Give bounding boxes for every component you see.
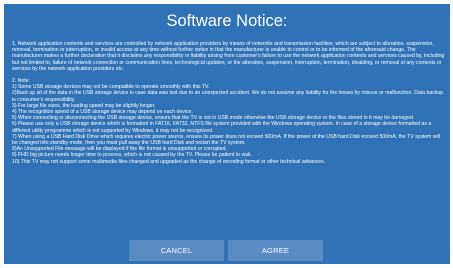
note-item: 7) When using a USB Hard Disk Drive whic… (12, 133, 440, 147)
note-item: 2)Back up all of the data in the USB sto… (12, 90, 444, 103)
notice-body: 1. Network application contents and serv… (12, 41, 445, 165)
note-item: 6) Please use only a USB storage device … (12, 121, 432, 134)
cancel-button[interactable]: CANCEL (129, 240, 224, 261)
software-notice-dialog: Software Notice: 1. Network application … (4, 4, 450, 264)
dialog-title: Software Notice: (166, 12, 288, 30)
agree-button[interactable]: AGREE (228, 240, 323, 261)
screen-frame: Software Notice: 1. Network application … (0, 0, 453, 268)
notice-paragraph-network: 1. Network application contents and serv… (12, 41, 445, 72)
note-item: 10) This TV may not support some multime… (12, 158, 326, 165)
